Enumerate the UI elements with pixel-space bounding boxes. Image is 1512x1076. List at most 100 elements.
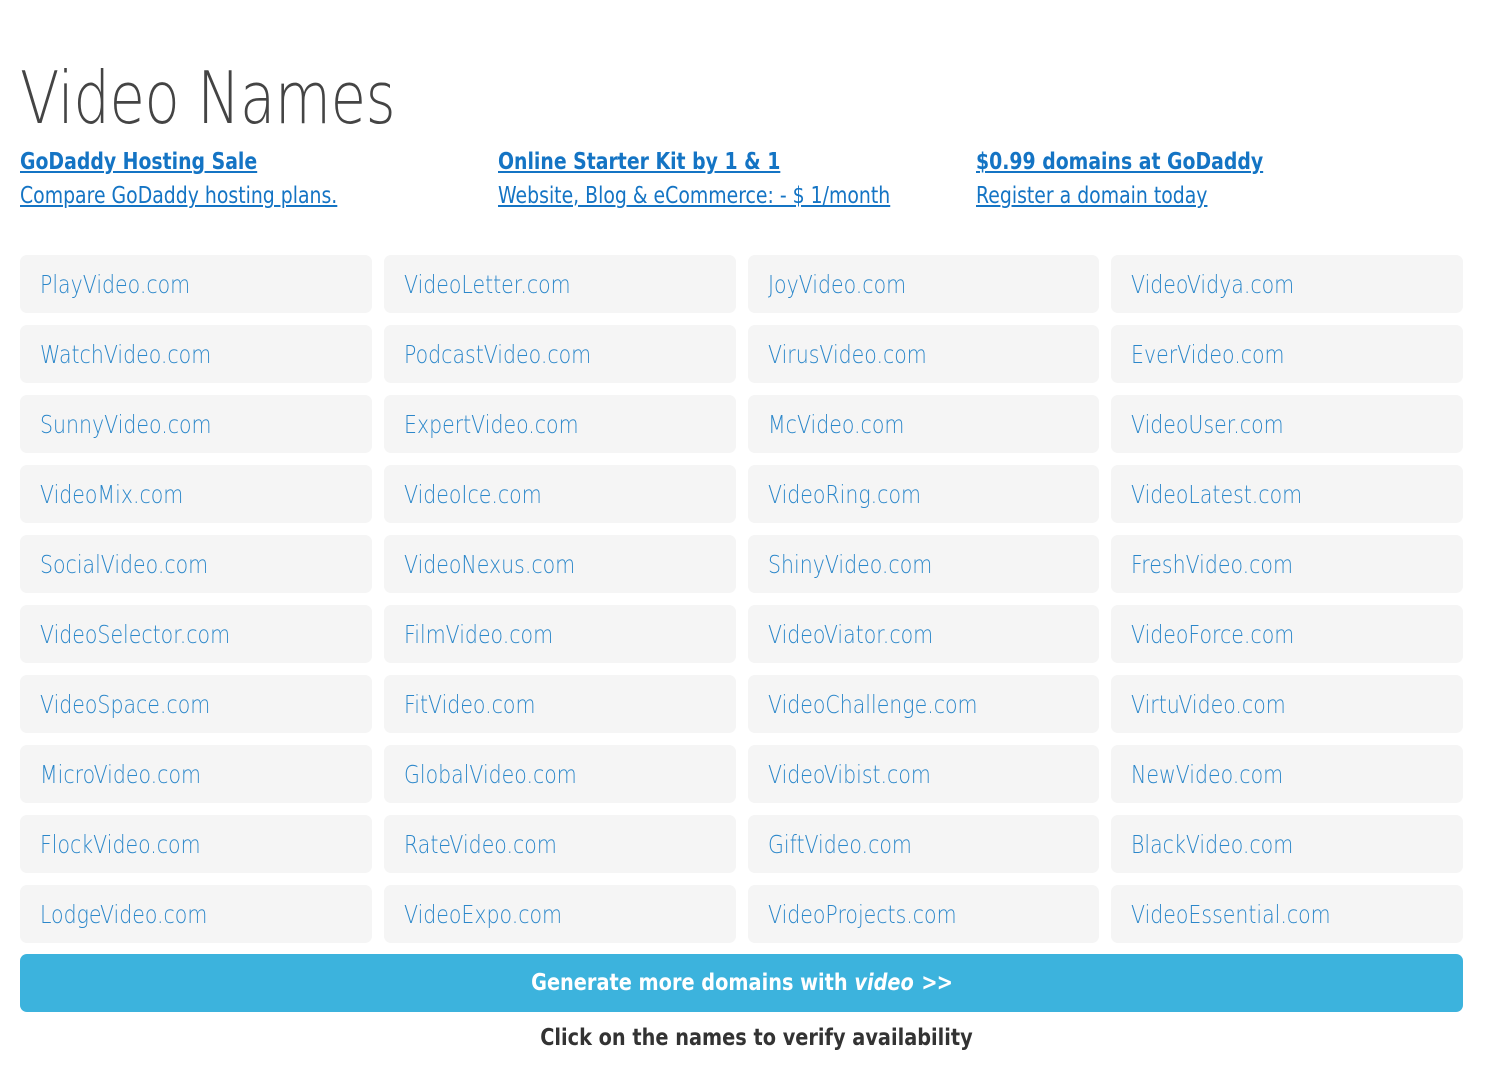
domain-result-cell[interactable]: SocialVideo.com <box>20 535 372 593</box>
cta-keyword: video <box>854 970 914 996</box>
domain-name-label: VirtuVideo.com <box>1131 689 1286 719</box>
domain-result-cell[interactable]: FlockVideo.com <box>20 815 372 873</box>
domain-name-label: VideoChallenge.com <box>767 689 978 719</box>
domain-result-cell[interactable]: VideoLatest.com <box>1111 465 1463 523</box>
domain-name-generator-results-page: Video Names GoDaddy Hosting Sale Compare… <box>0 0 1512 1076</box>
domain-name-label: VideoVibist.com <box>767 759 931 789</box>
domain-result-cell[interactable]: BlackVideo.com <box>1111 815 1463 873</box>
ad-block-0: GoDaddy Hosting Sale Compare GoDaddy hos… <box>20 148 498 212</box>
domain-name-label: JoyVideo.com <box>767 269 906 299</box>
domain-result-cell[interactable]: WatchVideo.com <box>20 325 372 383</box>
domain-result-cell[interactable]: VideoIce.com <box>383 465 736 523</box>
domain-result-cell[interactable]: JoyVideo.com <box>747 255 1100 313</box>
domain-name-label: WatchVideo.com <box>40 339 212 369</box>
domain-name-label: VideoUser.com <box>1131 409 1284 439</box>
domain-name-label: VideoLetter.com <box>403 269 571 299</box>
domain-result-cell[interactable]: GlobalVideo.com <box>383 745 736 803</box>
domain-name-label: RateVideo.com <box>403 829 557 859</box>
domain-name-label: VideoSpace.com <box>40 689 211 719</box>
domain-result-cell[interactable]: VideoSelector.com <box>20 605 372 663</box>
domain-name-label: BlackVideo.com <box>1131 829 1294 859</box>
ad-headline-link-2[interactable]: $0.99 domains at GoDaddy <box>976 148 1368 178</box>
domain-name-label: ShinyVideo.com <box>767 549 932 579</box>
domain-name-label: VideoVidya.com <box>1131 269 1295 299</box>
ad-block-1: Online Starter Kit by 1 & 1 Website, Blo… <box>498 148 976 212</box>
domain-result-cell[interactable]: ShinyVideo.com <box>747 535 1100 593</box>
domain-result-cell[interactable]: VirtuVideo.com <box>1111 675 1463 733</box>
domain-name-label: LodgeVideo.com <box>40 899 208 929</box>
availability-hint: Click on the names to verify availabilit… <box>0 1025 1512 1051</box>
domain-result-cell[interactable]: VideoEssential.com <box>1111 885 1463 943</box>
domain-name-label: EverVideo.com <box>1131 339 1285 369</box>
domain-result-cell[interactable]: VideoChallenge.com <box>747 675 1100 733</box>
domain-name-label: McVideo.com <box>767 409 904 439</box>
domain-result-cell[interactable]: MicroVideo.com <box>20 745 372 803</box>
domain-name-label: VideoProjects.com <box>767 899 957 929</box>
domain-result-cell[interactable]: GiftVideo.com <box>747 815 1100 873</box>
domain-name-label: VideoNexus.com <box>403 549 575 579</box>
domain-result-cell[interactable]: VideoLetter.com <box>383 255 736 313</box>
domain-name-label: FreshVideo.com <box>1131 549 1294 579</box>
domain-name-label: VideoRing.com <box>767 479 921 509</box>
double-chevron-right-icon: >> <box>921 970 953 996</box>
domain-name-label: VideoForce.com <box>1131 619 1295 649</box>
domain-name-label: SocialVideo.com <box>40 549 209 579</box>
domain-name-label: VideoIce.com <box>403 479 542 509</box>
domain-name-label: GiftVideo.com <box>767 829 912 859</box>
availability-hint-text: Click on the names to verify availabilit… <box>539 1025 973 1051</box>
domain-name-label: MicroVideo.com <box>40 759 201 789</box>
ad-description-link-1[interactable]: Website, Blog & eCommerce: - $ 1/month <box>498 180 890 212</box>
domain-result-cell[interactable]: PlayVideo.com <box>20 255 372 313</box>
domain-result-cell[interactable]: RateVideo.com <box>383 815 736 873</box>
domain-name-label: FitVideo.com <box>403 689 536 719</box>
sponsored-ads-row: GoDaddy Hosting Sale Compare GoDaddy hos… <box>20 148 1472 212</box>
cta-label: Generate more domains with video >> <box>531 970 953 996</box>
domain-result-cell[interactable]: VideoViator.com <box>747 605 1100 663</box>
domain-name-label: VirusVideo.com <box>767 339 927 369</box>
domain-result-cell[interactable]: FitVideo.com <box>383 675 736 733</box>
domain-name-label: NewVideo.com <box>1131 759 1284 789</box>
domain-name-label: VideoLatest.com <box>1131 479 1303 509</box>
domain-result-cell[interactable]: VideoForce.com <box>1111 605 1463 663</box>
domain-result-cell[interactable]: PodcastVideo.com <box>383 325 736 383</box>
domain-result-cell[interactable]: VideoSpace.com <box>20 675 372 733</box>
domain-result-cell[interactable]: VideoUser.com <box>1111 395 1463 453</box>
cta-text: Generate more domains with <box>531 970 848 996</box>
page-title: Video Names <box>20 56 396 141</box>
ad-headline-link-1[interactable]: Online Starter Kit by 1 & 1 <box>498 148 890 178</box>
ad-block-2: $0.99 domains at GoDaddy Register a doma… <box>976 148 1454 212</box>
domain-result-cell[interactable]: VideoMix.com <box>20 465 372 523</box>
domain-results-grid: PlayVideo.com VideoLetter.com JoyVideo.com… <box>20 255 1463 943</box>
domain-name-label: VideoExpo.com <box>403 899 562 929</box>
domain-name-label: ExpertVideo.com <box>403 409 579 439</box>
domain-result-cell[interactable]: ExpertVideo.com <box>383 395 736 453</box>
domain-name-label: PlayVideo.com <box>40 269 191 299</box>
domain-result-cell[interactable]: VideoProjects.com <box>747 885 1100 943</box>
domain-name-label: VideoMix.com <box>40 479 184 509</box>
domain-result-cell[interactable]: VirusVideo.com <box>747 325 1100 383</box>
domain-name-label: SunnyVideo.com <box>40 409 212 439</box>
ad-description-link-2[interactable]: Register a domain today <box>976 180 1368 212</box>
domain-result-cell[interactable]: VideoVidya.com <box>1111 255 1463 313</box>
domain-result-cell[interactable]: LodgeVideo.com <box>20 885 372 943</box>
domain-result-cell[interactable]: NewVideo.com <box>1111 745 1463 803</box>
domain-name-label: PodcastVideo.com <box>403 339 591 369</box>
domain-result-cell[interactable]: FreshVideo.com <box>1111 535 1463 593</box>
domain-name-label: FlockVideo.com <box>40 829 201 859</box>
domain-result-cell[interactable]: VideoRing.com <box>747 465 1100 523</box>
domain-result-cell[interactable]: VideoNexus.com <box>383 535 736 593</box>
domain-result-cell[interactable]: EverVideo.com <box>1111 325 1463 383</box>
domain-result-cell[interactable]: FilmVideo.com <box>383 605 736 663</box>
domain-result-cell[interactable]: VideoVibist.com <box>747 745 1100 803</box>
ad-description-link-0[interactable]: Compare GoDaddy hosting plans. <box>20 180 412 212</box>
domain-name-label: VideoEssential.com <box>1131 899 1331 929</box>
domain-name-label: GlobalVideo.com <box>403 759 577 789</box>
domain-result-cell[interactable]: VideoExpo.com <box>383 885 736 943</box>
domain-name-label: VideoSelector.com <box>40 619 231 649</box>
ad-headline-link-0[interactable]: GoDaddy Hosting Sale <box>20 148 412 178</box>
domain-name-label: FilmVideo.com <box>403 619 553 649</box>
domain-result-cell[interactable]: SunnyVideo.com <box>20 395 372 453</box>
domain-name-label: VideoViator.com <box>767 619 933 649</box>
domain-result-cell[interactable]: McVideo.com <box>747 395 1100 453</box>
generate-more-domains-button[interactable]: Generate more domains with video >> <box>20 954 1463 1012</box>
